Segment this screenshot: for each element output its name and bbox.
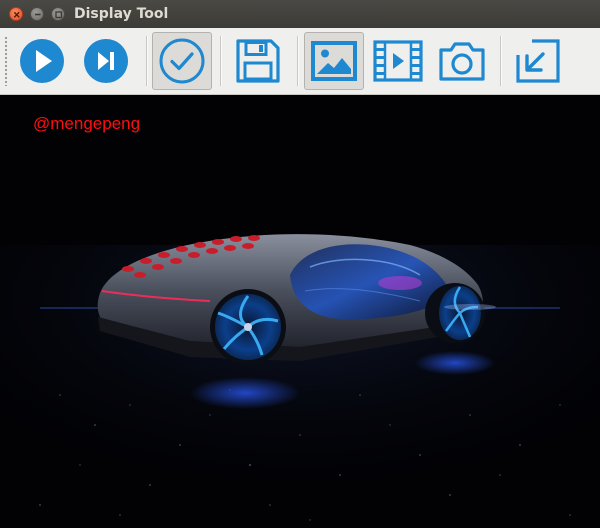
image-mode-button[interactable] — [304, 32, 364, 90]
confirm-toggle-button[interactable] — [152, 32, 212, 90]
step-forward-icon — [84, 39, 128, 83]
video-mode-button[interactable] — [368, 32, 428, 90]
close-icon — [13, 11, 20, 18]
minimize-icon — [35, 13, 41, 16]
toolbar-separator — [220, 36, 222, 86]
maximize-window-button[interactable] — [51, 7, 65, 21]
fit-window-button[interactable] — [508, 32, 568, 90]
image-icon — [311, 41, 357, 81]
maximize-icon — [55, 11, 63, 19]
resize-arrow-icon — [516, 39, 560, 83]
video-icon — [373, 40, 423, 82]
save-button[interactable] — [228, 32, 288, 90]
window-title: Display Tool — [74, 6, 169, 22]
camera-mode-button[interactable] — [432, 32, 492, 90]
toolbar-grip-handle[interactable] — [4, 36, 8, 86]
image-display-area[interactable]: @mengepeng — [0, 95, 600, 528]
close-window-button[interactable] — [9, 7, 23, 21]
toolbar-separator — [297, 36, 299, 86]
play-button[interactable] — [12, 32, 72, 90]
display-tool-window: Display Tool @mengepeng — [0, 0, 600, 528]
toolbar-separator — [146, 36, 148, 86]
camera-icon — [439, 42, 485, 81]
save-icon — [236, 39, 280, 83]
step-forward-button[interactable] — [76, 32, 136, 90]
check-circle-icon — [159, 38, 205, 84]
car-photo — [0, 234, 600, 528]
minimize-window-button[interactable] — [30, 7, 44, 21]
toolbar-separator — [500, 36, 502, 86]
toolbar — [0, 28, 600, 95]
title-bar[interactable]: Display Tool — [0, 0, 600, 28]
play-icon — [20, 39, 64, 83]
watermark-text: @mengepeng — [33, 114, 141, 133]
